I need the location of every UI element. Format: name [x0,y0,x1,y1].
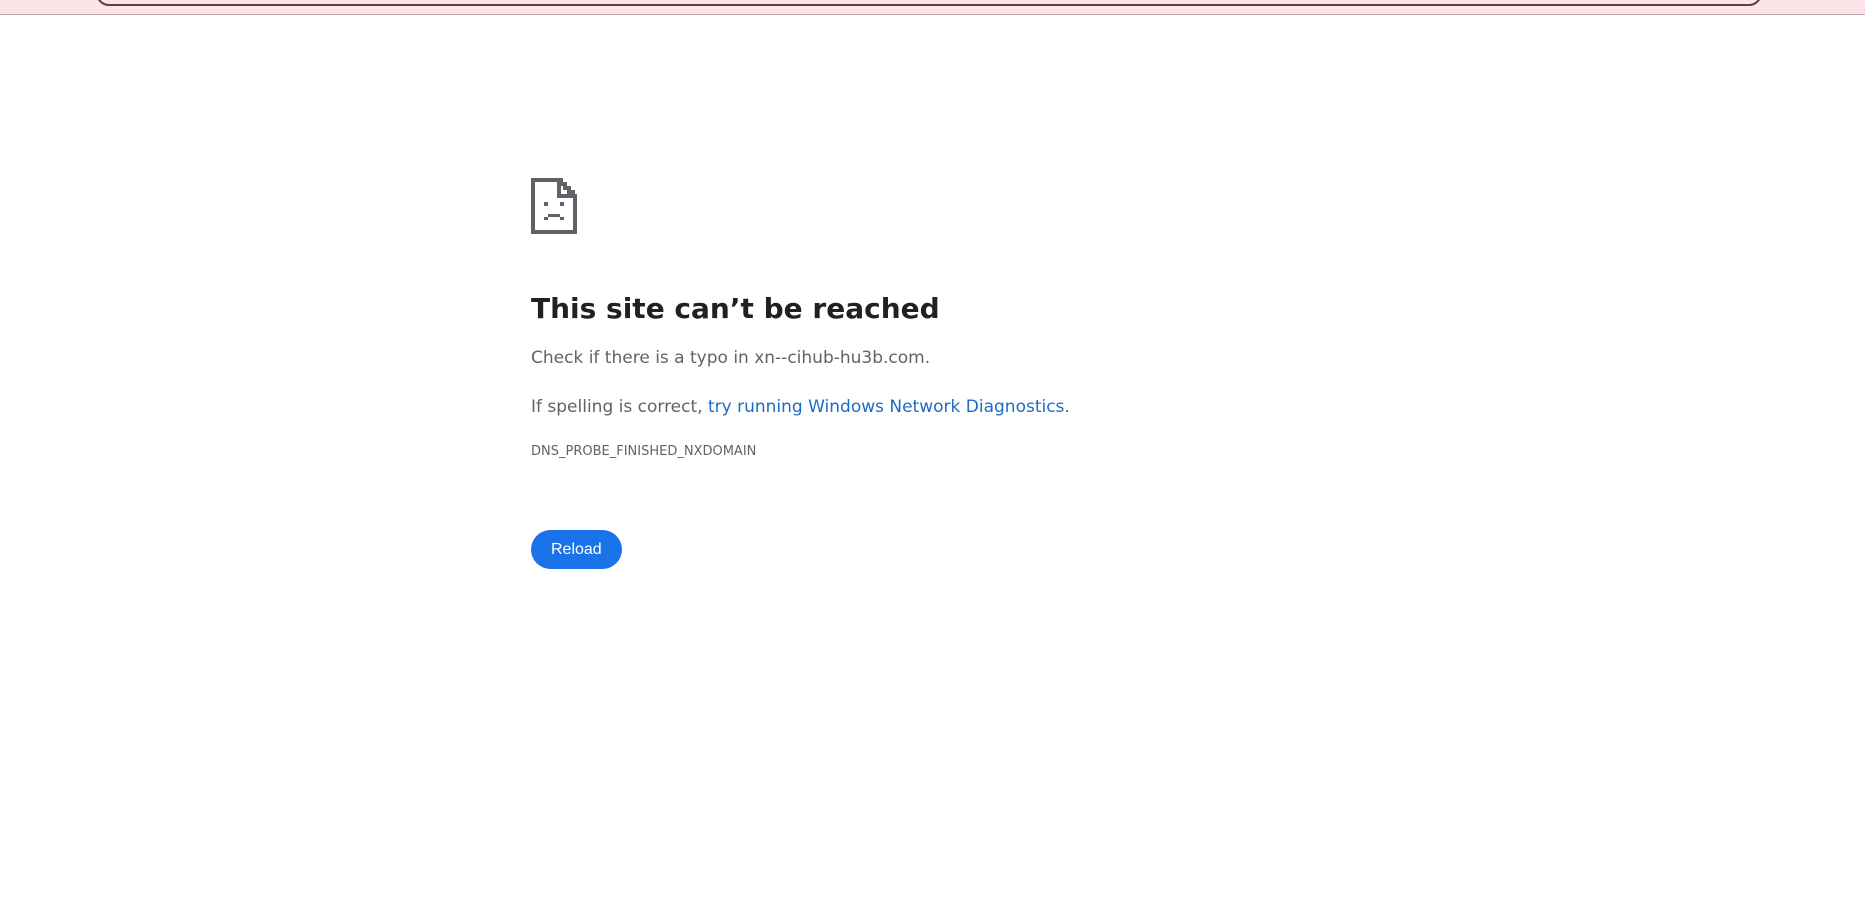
spelling-hint: If spelling is correct, try running Wind… [531,395,1431,419]
address-bar[interactable] [96,0,1762,6]
error-page-content: This site can’t be reached Check if ther… [531,178,1431,569]
browser-top-strip [0,0,1865,15]
reload-button[interactable]: Reload [531,530,622,569]
typo-hint: Check if there is a typo in xn--cihub-hu… [531,348,931,368]
sad-document-icon [531,178,577,234]
error-code: DNS_PROBE_FINISHED_NXDOMAIN [531,444,757,459]
spelling-hint-prefix: If spelling is correct, [531,397,708,417]
spelling-hint-suffix: . [1064,397,1070,417]
network-diagnostics-link[interactable]: try running Windows Network Diagnostics [708,397,1064,417]
page-title: This site can’t be reached [531,292,940,325]
